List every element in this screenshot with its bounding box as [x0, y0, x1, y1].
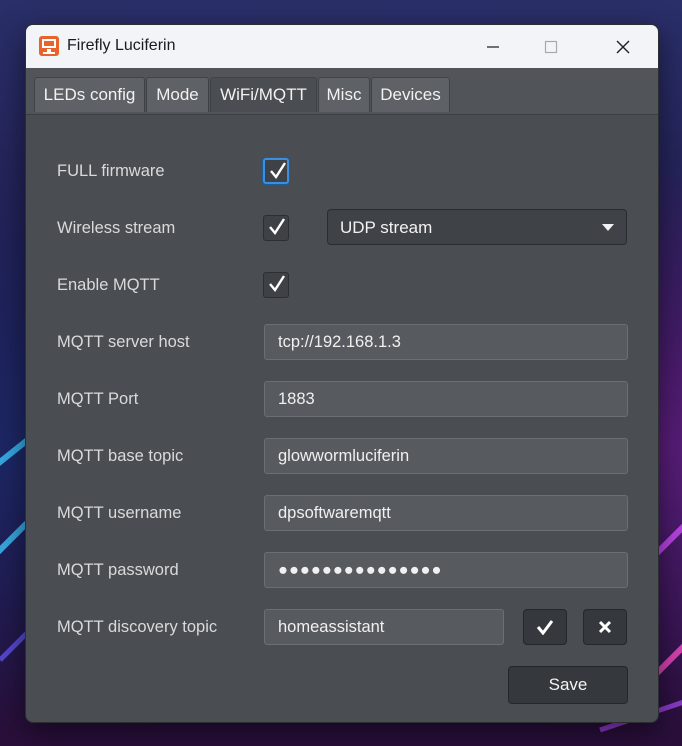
full-firmware-checkbox[interactable]: [263, 158, 289, 184]
mqtt-server-host-label: MQTT server host: [57, 333, 190, 351]
tab-bar: LEDs config Mode WiFi/MQTT Misc Devices: [26, 68, 658, 115]
mqtt-base-topic-input[interactable]: glowwormluciferin: [264, 438, 628, 474]
checkmark-icon: [269, 218, 286, 236]
mqtt-password-input[interactable]: ●●●●●●●●●●●●●●●: [264, 552, 628, 588]
window-title: Firefly Luciferin: [67, 37, 176, 54]
mqtt-password-label: MQTT password: [57, 561, 179, 579]
mqtt-base-topic-label: MQTT base topic: [57, 447, 184, 465]
checkmark-icon: [269, 275, 286, 293]
checkmark-icon: [270, 162, 287, 180]
app-window: Firefly Luciferin LEDs config Mode WiFi/…: [25, 24, 659, 723]
mqtt-discovery-topic-label: MQTT discovery topic: [57, 618, 218, 636]
mqtt-port-label: MQTT Port: [57, 390, 139, 408]
tab-mode[interactable]: Mode: [146, 77, 209, 112]
minimize-button[interactable]: [464, 25, 522, 68]
full-firmware-label: FULL firmware: [57, 162, 165, 180]
tab-devices[interactable]: Devices: [371, 77, 450, 112]
mqtt-username-input[interactable]: dpsoftwaremqtt: [264, 495, 628, 531]
wifi-mqtt-panel: FULL firmware Wireless stream UDP stream…: [26, 115, 658, 722]
enable-mqtt-checkbox[interactable]: [263, 272, 289, 298]
app-logo-icon: [39, 36, 59, 56]
stream-type-value: UDP stream: [340, 218, 433, 237]
tab-misc[interactable]: Misc: [318, 77, 370, 112]
tab-wifi-mqtt[interactable]: WiFi/MQTT: [210, 77, 317, 112]
discovery-confirm-button[interactable]: [523, 609, 567, 645]
mqtt-username-label: MQTT username: [57, 504, 182, 522]
wireless-stream-label: Wireless stream: [57, 219, 176, 237]
mqtt-discovery-topic-input[interactable]: homeassistant: [264, 609, 504, 645]
discovery-delete-button[interactable]: [583, 609, 627, 645]
checkmark-icon: [536, 620, 554, 635]
cross-icon: [598, 620, 612, 634]
wireless-stream-checkbox[interactable]: [263, 215, 289, 241]
stream-type-select[interactable]: UDP stream: [327, 209, 627, 245]
dropdown-arrow-icon: [602, 224, 614, 231]
mqtt-server-host-input[interactable]: tcp://192.168.1.3: [264, 324, 628, 360]
tab-leds-config[interactable]: LEDs config: [34, 77, 145, 112]
save-button[interactable]: Save: [508, 666, 628, 704]
minimize-icon: [487, 45, 499, 48]
maximize-icon: [544, 40, 558, 53]
mqtt-port-input[interactable]: 1883: [264, 381, 628, 417]
title-bar[interactable]: Firefly Luciferin: [26, 25, 658, 68]
enable-mqtt-label: Enable MQTT: [57, 276, 160, 294]
close-icon: [616, 40, 630, 53]
maximize-button[interactable]: [522, 25, 580, 68]
close-button[interactable]: [594, 25, 652, 68]
